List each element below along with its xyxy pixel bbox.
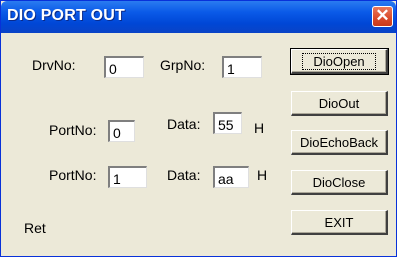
window-title: DIO PORT OUT: [7, 7, 125, 24]
title-bar[interactable]: DIO PORT OUT ✕: [1, 1, 396, 33]
dio-echo-back-button[interactable]: DioEchoBack: [291, 130, 388, 155]
dio-out-button[interactable]: DioOut: [291, 91, 388, 116]
close-button[interactable]: ✕: [372, 6, 393, 27]
portno-input-1[interactable]: [108, 120, 135, 142]
data-label-1: Data:: [167, 116, 201, 132]
dialog-client-area: DrvNo: GrpNo: PortNo: Data: H PortNo: Da…: [4, 33, 393, 255]
exit-button[interactable]: EXIT: [291, 210, 388, 235]
ret-label: Ret: [24, 220, 46, 236]
close-icon: ✕: [375, 6, 390, 25]
dio-close-button[interactable]: DioClose: [291, 170, 388, 195]
drvno-input[interactable]: [104, 56, 144, 78]
portno-label-1: PortNo:: [49, 122, 97, 138]
dio-open-button[interactable]: DioOpen: [290, 48, 389, 75]
hex-suffix-2: H: [257, 167, 268, 183]
portno-label-2: PortNo:: [49, 167, 97, 183]
data-input-1[interactable]: [213, 112, 242, 134]
dio-open-label: DioOpen: [302, 52, 376, 70]
dialog-window: DIO PORT OUT ✕ DrvNo: GrpNo: PortNo: Dat…: [0, 0, 397, 257]
portno-input-2[interactable]: [108, 166, 147, 188]
grpno-label: GrpNo:: [160, 57, 206, 73]
drvno-label: DrvNo:: [32, 57, 76, 73]
data-label-2: Data:: [167, 167, 201, 183]
hex-suffix-1: H: [254, 120, 265, 136]
grpno-input[interactable]: [222, 56, 262, 78]
data-input-2[interactable]: [213, 166, 249, 188]
